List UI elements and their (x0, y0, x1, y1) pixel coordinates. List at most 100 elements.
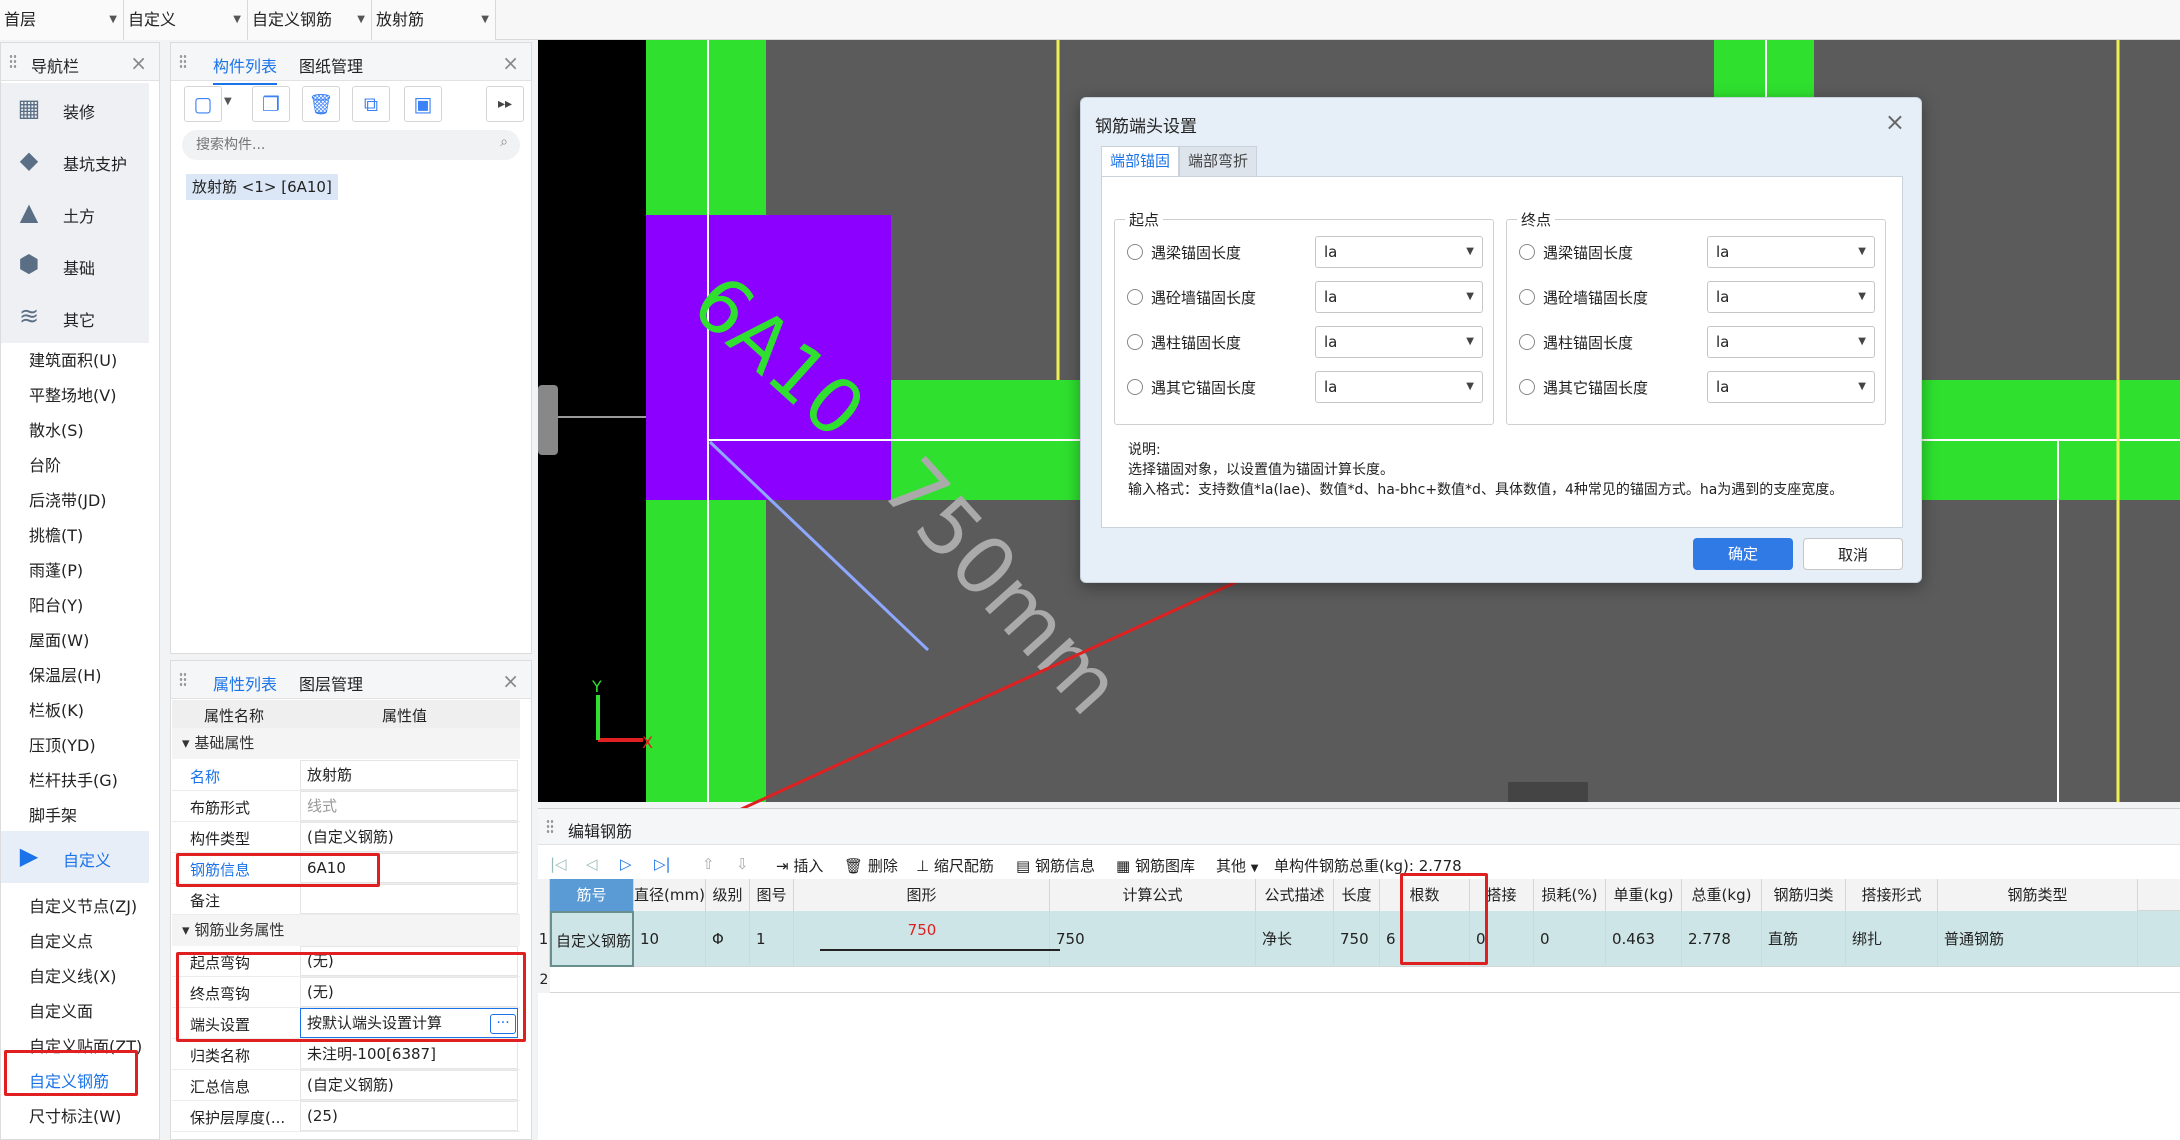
table-row[interactable]: 1 自定义钢筋 10 Φ 1 750 750 净长 750 6 0 0 0.46… (538, 911, 2180, 967)
search-input-field[interactable] (196, 134, 476, 156)
anchor-select[interactable]: la ▼ (1707, 281, 1875, 313)
anchor-select[interactable]: la ▼ (1315, 326, 1483, 358)
delete-icon[interactable]: 🗑 (302, 86, 340, 122)
nav-item-earthwork[interactable]: ▲ 土方 (1, 187, 149, 239)
duplicate-layer-icon[interactable]: ⧉ (352, 86, 390, 122)
prop-value[interactable]: 未注明-100[6387] (300, 1039, 518, 1069)
column-header[interactable]: 损耗(%) (1534, 879, 1606, 911)
column-header[interactable]: 搭接形式 (1846, 879, 1938, 911)
insert-button[interactable]: ⇥ 插入 (776, 855, 823, 876)
filter-icon[interactable]: ▣ (404, 86, 442, 122)
nav-sub-item[interactable]: 自定义面 (29, 998, 93, 1022)
drag-handle-icon[interactable] (546, 819, 554, 835)
nav-item-pit-support[interactable]: ◆ 基坑支护 (1, 135, 149, 187)
column-header[interactable]: 钢筋类型 (1938, 879, 2138, 911)
drag-handle-icon[interactable] (179, 54, 187, 70)
delete-button[interactable]: 🗑 删除 (844, 855, 898, 876)
prop-value[interactable]: (自定义钢筋) (300, 1070, 518, 1100)
nav-sub-item[interactable]: 雨蓬(P) (29, 557, 83, 581)
radio-wall[interactable] (1127, 289, 1143, 305)
nav-sub-item[interactable]: 栏杆扶手(G) (29, 767, 118, 791)
radio-beam[interactable] (1127, 244, 1143, 260)
column-header[interactable]: 图号 (750, 879, 794, 911)
nav-sub-item[interactable]: 台阶 (29, 452, 61, 476)
anchor-select[interactable]: la ▼ (1315, 236, 1483, 268)
nav-sub-item[interactable]: 尺寸标注(W) (29, 1103, 121, 1127)
other-menu[interactable]: 其他 ▼ (1216, 855, 1259, 876)
cell-bar-name[interactable]: 自定义钢筋 (550, 911, 634, 967)
radio-other[interactable] (1519, 379, 1535, 395)
column-header[interactable]: 长度 (1334, 879, 1380, 911)
prop-value[interactable]: 放射筋 (300, 760, 518, 790)
nav-sub-item[interactable]: 保温层(H) (29, 662, 102, 686)
nav-sub-item[interactable]: 栏板(K) (29, 697, 84, 721)
drag-handle-icon[interactable] (179, 672, 187, 688)
prop-value[interactable]: (25) (300, 1101, 518, 1131)
close-icon[interactable]: × (130, 51, 147, 75)
type-select[interactable]: 自定义钢筋 ▼ (248, 0, 372, 40)
cancel-button[interactable]: 取消 (1803, 538, 1903, 570)
close-icon[interactable]: × (502, 51, 519, 75)
drag-handle-icon[interactable] (9, 54, 17, 70)
tab-property-list[interactable]: 属性列表 (213, 671, 278, 703)
radio-column[interactable] (1519, 334, 1535, 350)
chevron-down-icon[interactable]: ▼ (224, 96, 232, 107)
cell-lap-type[interactable]: 绑扎 (1846, 911, 1938, 967)
cell-unit-weight[interactable]: 0.463 (1606, 911, 1682, 967)
anchor-select[interactable]: la ▼ (1315, 281, 1483, 313)
rebar-info-button[interactable]: ▤ 钢筋信息 (1016, 855, 1095, 876)
nav-sub-item[interactable]: 阳台(Y) (29, 592, 83, 616)
prop-value[interactable]: (自定义钢筋) (300, 822, 518, 852)
nav-sub-item[interactable]: 建筑面积(U) (29, 347, 117, 371)
cell-rebar-type[interactable]: 普通钢筋 (1938, 911, 2138, 967)
column-header[interactable]: 级别 (706, 879, 750, 911)
collapse-bottom-handle[interactable] (1508, 782, 1588, 802)
anchor-select[interactable]: la ▼ (1315, 371, 1483, 403)
prop-value[interactable]: 线式 (300, 791, 518, 821)
anchor-select[interactable]: la ▼ (1707, 326, 1875, 358)
nav-sub-item[interactable]: 自定义点 (29, 928, 93, 952)
cell-loss[interactable]: 0 (1534, 911, 1606, 967)
nav-sub-item[interactable]: 压顶(YD) (29, 732, 96, 756)
nav-sub-item[interactable]: 后浇带(JD) (29, 487, 107, 511)
column-header[interactable]: 计算公式 (1050, 879, 1256, 911)
prev-row-icon[interactable]: ◁ (586, 855, 598, 873)
collapse-left-handle[interactable] (538, 385, 558, 455)
search-input[interactable]: ⌕ (182, 130, 520, 160)
column-header[interactable]: 公式描述 (1256, 879, 1334, 911)
cell-figure-no[interactable]: 1 (750, 911, 794, 967)
radio-other[interactable] (1127, 379, 1143, 395)
scale-rebar-button[interactable]: ⊥ 缩尺配筋 (916, 855, 994, 876)
column-header[interactable]: 钢筋归类 (1762, 879, 1846, 911)
cell-length[interactable]: 750 (1334, 911, 1380, 967)
more-icon[interactable]: ▸▸ (486, 86, 524, 122)
section-rebar-props[interactable]: ▾ 钢筋业务属性 (172, 915, 520, 946)
tab-end-anchorage[interactable]: 端部锚固 (1101, 146, 1180, 176)
new-component-icon[interactable]: ▢ (184, 86, 222, 122)
floor-select[interactable]: 首层 ▼ (0, 0, 124, 40)
tab-layer-manage[interactable]: 图层管理 (299, 671, 363, 695)
table-row[interactable]: 2 (538, 967, 2180, 993)
nav-sub-item[interactable]: 屋面(W) (29, 627, 89, 651)
move-down-icon[interactable]: ⇩ (736, 855, 749, 873)
nav-sub-item[interactable]: 自定义节点(ZJ) (29, 893, 137, 917)
ok-button[interactable]: 确定 (1693, 538, 1793, 570)
next-row-icon[interactable]: ▷ (620, 855, 632, 873)
column-header[interactable]: 直径(mm) (634, 879, 706, 911)
radio-column[interactable] (1127, 334, 1143, 350)
radio-beam[interactable] (1519, 244, 1535, 260)
move-up-icon[interactable]: ⇧ (702, 855, 715, 873)
rebar-library-button[interactable]: ▦ 钢筋图库 (1116, 855, 1195, 876)
category-select[interactable]: 自定义 ▼ (124, 0, 248, 40)
column-header[interactable]: 总重(kg) (1682, 879, 1762, 911)
cell-shape[interactable]: 750 (794, 911, 1060, 967)
nav-item-decoration[interactable]: ▦ 装修 (1, 83, 149, 135)
nav-item-custom[interactable]: ▶ 自定义 (1, 831, 149, 883)
tab-end-bend[interactable]: 端部弯折 (1179, 146, 1258, 176)
nav-sub-item[interactable]: 脚手架 (29, 802, 77, 826)
nav-sub-item[interactable]: 散水(S) (29, 417, 84, 441)
first-row-icon[interactable]: |◁ (550, 855, 567, 873)
copy-icon[interactable]: ❐ (252, 86, 290, 122)
section-basic-props[interactable]: ▾ 基础属性 (172, 728, 520, 759)
nav-sub-item[interactable]: 平整场地(V) (29, 382, 116, 406)
